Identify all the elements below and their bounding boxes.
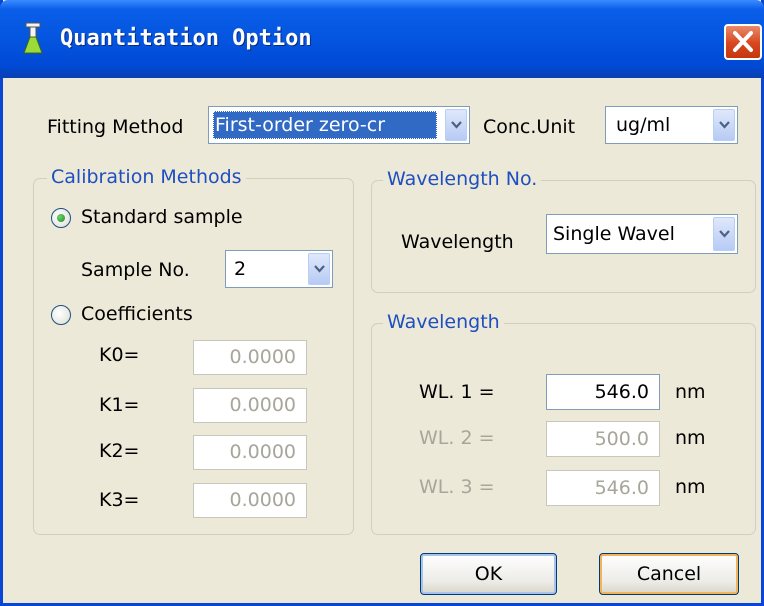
- calibration-methods-title: Calibration Methods: [47, 166, 246, 188]
- quantitation-option-dialog: Quantitation Option Fitting Method First…: [0, 0, 764, 606]
- ok-button[interactable]: OK: [420, 553, 557, 595]
- conc-unit-value: ug/ml: [616, 114, 671, 136]
- chevron-down-icon[interactable]: [445, 109, 467, 141]
- k1-label: K1=: [99, 394, 140, 416]
- fitting-method-label: Fitting Method: [47, 116, 184, 138]
- k0-label: K0=: [99, 344, 140, 366]
- coefficients-label[interactable]: Coefficients: [81, 303, 193, 325]
- radio-selected-dot: [57, 214, 65, 222]
- sample-no-value: 2: [234, 258, 247, 280]
- wavelength-title: Wavelength: [383, 311, 504, 333]
- coefficients-radio[interactable]: [51, 305, 71, 325]
- wl2-unit: nm: [675, 427, 706, 449]
- wl3-label: WL. 3 =: [419, 476, 495, 498]
- wl2-field[interactable]: 500.0: [546, 421, 660, 457]
- cancel-button[interactable]: Cancel: [599, 553, 739, 595]
- chevron-down-icon[interactable]: [713, 217, 735, 251]
- k1-field[interactable]: 0.0000: [193, 388, 307, 423]
- wavelength-label: Wavelength: [401, 231, 514, 253]
- k2-field[interactable]: 0.0000: [193, 435, 307, 470]
- title-bar[interactable]: Quantitation Option: [0, 0, 764, 78]
- fitting-method-select[interactable]: First-order zero-cr: [208, 106, 470, 144]
- k3-field[interactable]: 0.0000: [193, 483, 307, 518]
- wl1-field[interactable]: 546.0: [546, 374, 660, 410]
- close-button[interactable]: [724, 24, 762, 60]
- flask-icon: [23, 22, 43, 54]
- wl1-label: WL. 1 =: [419, 381, 495, 403]
- wavelength-count-select[interactable]: Single Wavel: [546, 214, 738, 254]
- k2-label: K2=: [99, 440, 140, 462]
- wl2-label: WL. 2 =: [419, 427, 495, 449]
- fitting-method-value: First-order zero-cr: [213, 111, 437, 139]
- window-title: Quantitation Option: [60, 26, 312, 51]
- conc-unit-label: Conc.Unit: [483, 116, 576, 138]
- chevron-down-icon[interactable]: [308, 253, 330, 285]
- chevron-down-icon[interactable]: [713, 109, 735, 141]
- sample-no-select[interactable]: 2: [225, 250, 333, 288]
- k3-label: K3=: [99, 489, 140, 511]
- wl3-field[interactable]: 546.0: [546, 470, 660, 506]
- wavelength-count-value: Single Wavel: [553, 223, 675, 245]
- sample-no-label: Sample No.: [81, 259, 190, 281]
- standard-sample-radio[interactable]: [51, 208, 71, 228]
- wl1-unit: nm: [675, 381, 706, 403]
- standard-sample-label[interactable]: Standard sample: [81, 206, 243, 228]
- close-icon: [733, 31, 753, 52]
- wl3-unit: nm: [675, 476, 706, 498]
- wavelength-no-title: Wavelength No.: [383, 168, 542, 190]
- conc-unit-select[interactable]: ug/ml: [605, 106, 738, 144]
- k0-field[interactable]: 0.0000: [193, 340, 307, 375]
